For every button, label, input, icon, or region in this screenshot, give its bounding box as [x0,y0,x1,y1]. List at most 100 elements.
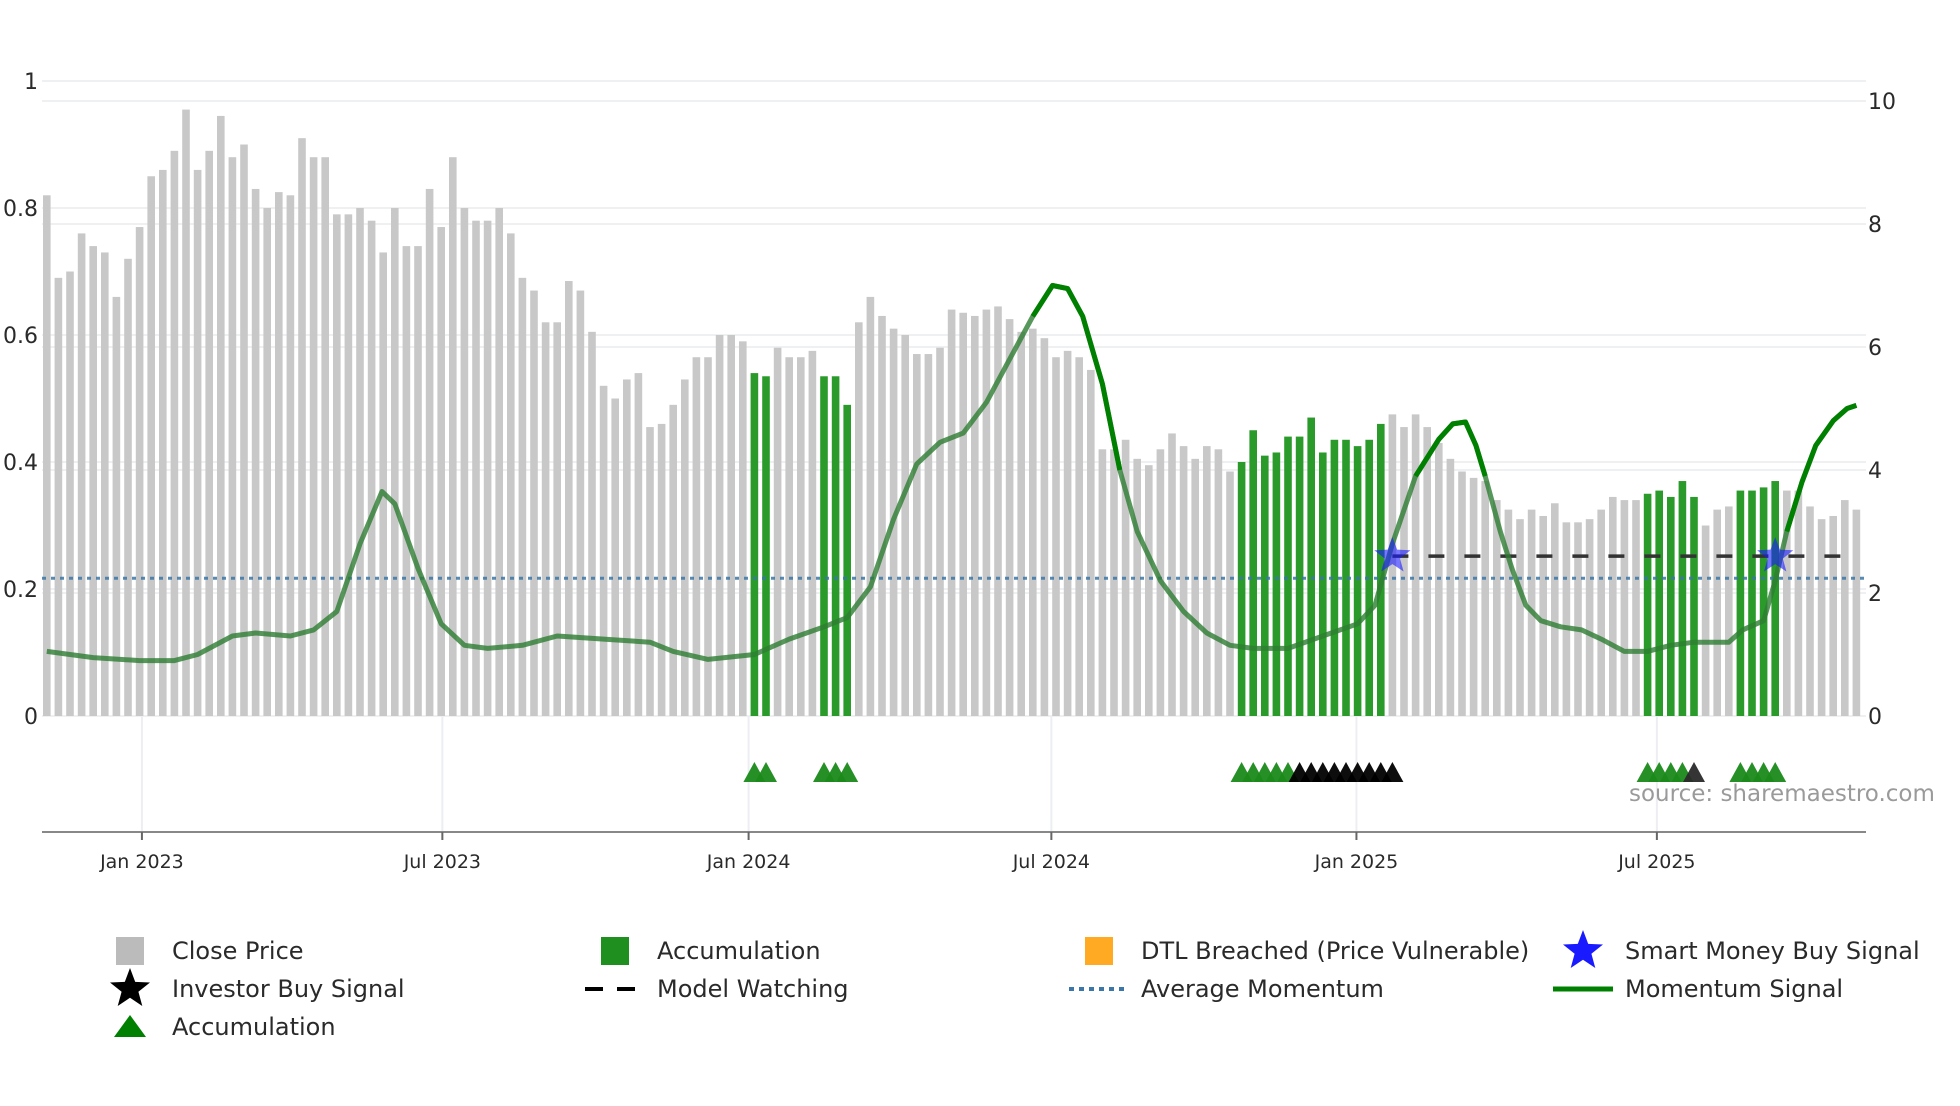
close-price-bar [391,208,399,716]
legend-label: Momentum Signal [1625,975,1843,1003]
orange-square-icon [1085,937,1113,965]
accumulation-bar [1261,455,1269,716]
close-price-bar [251,188,260,716]
accumulation-bar [1319,452,1327,716]
accumulation-bar [843,404,851,716]
close-price-bar [623,379,631,716]
close-price-bar [1423,427,1431,716]
gray-square-icon [116,937,144,965]
right-y-tick-label: 4 [1868,459,1882,484]
accumulation-bar [1307,417,1315,716]
close-price-bar [1110,449,1118,716]
close-price-bar [1063,350,1072,716]
accumulation-bar [1643,493,1652,716]
x-tick-label: Jan 2023 [99,851,184,873]
close-price-bar [855,322,863,716]
close-price-bar [1609,496,1617,716]
close-price-bar [599,385,608,716]
close-price-bar [1852,509,1861,716]
accumulation-bar [1284,436,1292,716]
close-price-bar [1620,500,1629,716]
legend-label: Accumulation [172,1013,336,1041]
close-price-bar [112,296,121,716]
accumulation-bar [1237,462,1246,716]
legend-item: Close Price [116,937,304,965]
close-price-bar [1168,433,1176,716]
right-y-tick-label: 0 [1868,705,1882,730]
legend-label: Model Watching [657,975,849,1003]
accumulation-bar [1272,452,1281,716]
close-price-bar [1574,522,1582,716]
legend-label: Accumulation [657,937,821,965]
close-price-bar [159,169,167,716]
close-price-bar [147,176,155,716]
close-price-bar [611,398,619,716]
left-y-tick-label: 0.8 [3,197,38,222]
close-price-bar [692,357,701,716]
close-price-bar [1400,427,1408,716]
close-price-bar [646,427,654,716]
close-price-bar [808,350,817,716]
left-y-tick-label: 0.6 [3,324,38,349]
momentum-chart: Jan 2023 Jul 2023 Jan 2024 Jul 2024 Jan 2025… [3,70,1935,1041]
close-price-bar [1052,357,1060,716]
close-price-bar [518,277,527,716]
close-price-bar [483,220,492,716]
legend-label: DTL Breached (Price Vulnerable) [1141,937,1529,965]
accumulation-bar [1667,496,1675,716]
legend-item: Investor Buy Signal [110,968,405,1006]
legend-item: Accumulation [601,937,821,965]
legend-label: Smart Money Buy Signal [1625,937,1920,965]
close-price-bar [344,214,353,716]
close-price-bar [217,115,225,717]
close-price-bar [321,157,329,716]
accumulation-bar [1249,430,1257,716]
close-price-bar [1829,515,1837,716]
close-price-bar [866,296,875,716]
close-price-bar [669,404,677,716]
x-tick-label: Jul 2024 [1012,851,1090,873]
close-price-bar [565,281,573,716]
close-price-bar [1585,519,1594,716]
legend: Close Price Accumulation DTL Breached (Pri… [110,930,1920,1041]
black-star-icon [110,968,150,1006]
x-tick-label: Jul 2025 [1617,851,1695,873]
close-price-bar [1806,506,1814,716]
accumulation-bar [762,376,770,716]
close-price-bar [1516,519,1524,716]
close-price-bar [1469,477,1478,716]
close-price-bar [124,258,132,716]
close-price-bar [414,246,422,716]
close-price-bar [657,423,666,716]
close-price-bar [205,150,213,717]
close-price-bar [982,309,991,716]
close-price-bar [1087,369,1095,716]
close-price-bar [182,109,190,716]
close-price-bar [1145,465,1153,716]
close-price-bar [379,252,387,716]
close-price-bar [541,322,550,716]
close-price-bar [797,357,805,716]
accumulation-bar [820,376,828,716]
close-price-bar [425,188,434,716]
close-price-bar [704,357,712,716]
close-price-bar [495,208,503,716]
close-price-bar [1794,490,1803,716]
close-price-bar [681,379,689,716]
close-price-bar [1562,522,1571,716]
close-price-bar [263,208,271,716]
close-price-bar [1098,449,1107,716]
x-tick-label: Jan 2024 [706,851,791,873]
close-price-bar [1446,458,1455,716]
close-price-bar [402,246,411,716]
close-price-bar [971,315,979,716]
close-price-bar [634,373,643,716]
close-price-bar [135,227,144,717]
close-price-bar [1040,338,1049,716]
close-price-bar [1458,471,1466,716]
close-price-bar [1551,503,1559,716]
close-price-bar [901,335,909,716]
close-price-bar [1133,458,1141,716]
close-price-bar [878,315,886,716]
right-y-tick-label: 6 [1868,336,1882,361]
